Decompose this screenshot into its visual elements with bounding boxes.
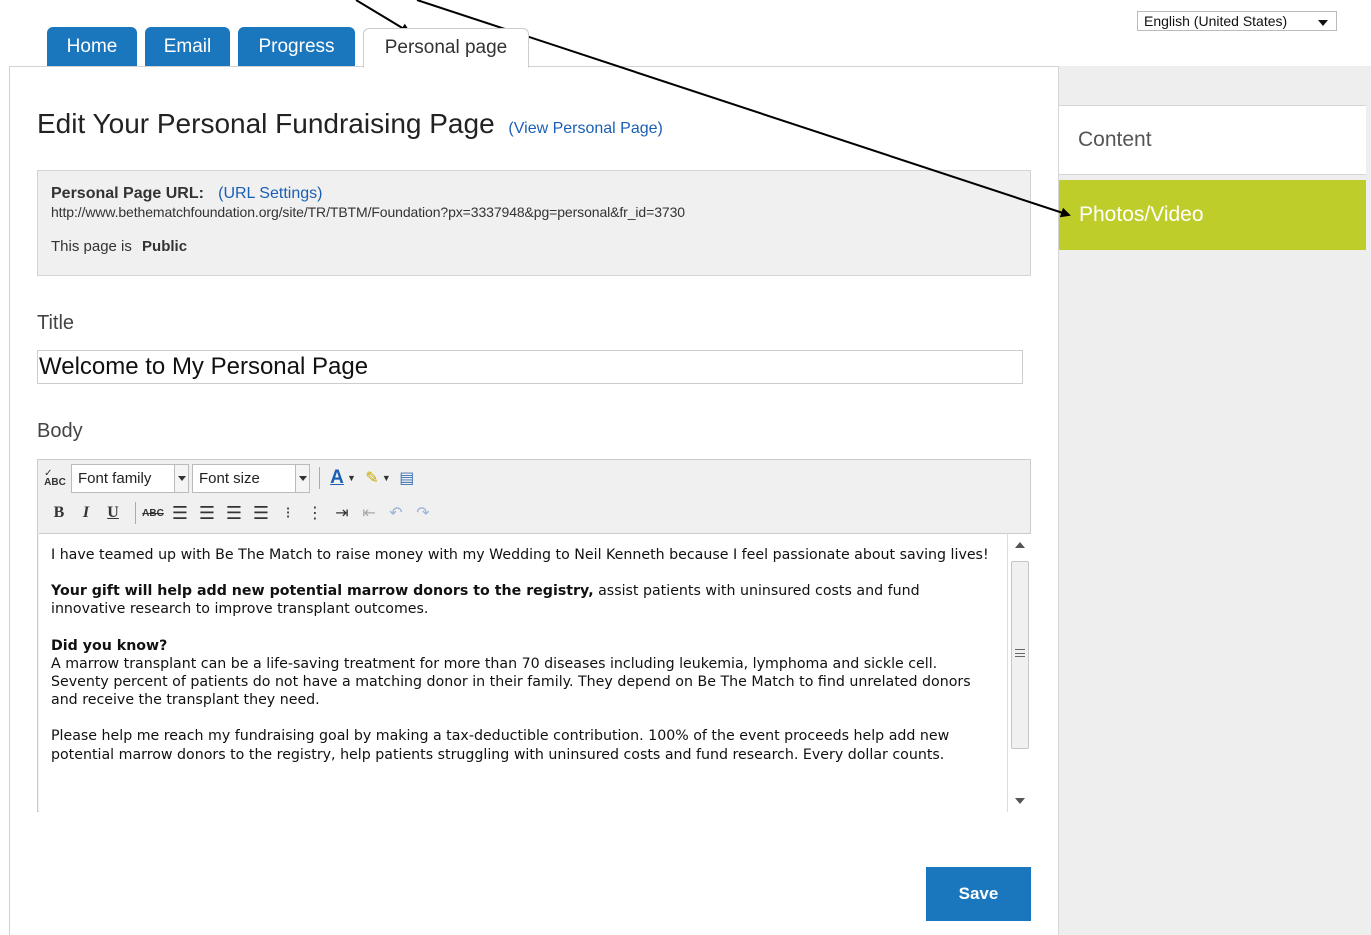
body-paragraph: I have teamed up with Be The Match to ra… bbox=[51, 547, 989, 563]
scroll-up-icon[interactable] bbox=[1015, 542, 1025, 548]
sidebar-item-label: Photos/Video bbox=[1079, 203, 1204, 226]
page-title-text: Edit Your Personal Fundraising Page bbox=[37, 108, 495, 139]
font-size-select[interactable]: Font size bbox=[192, 463, 310, 493]
paste-word-icon[interactable]: ▤ bbox=[396, 466, 418, 490]
chevron-down-icon[interactable]: ▼ bbox=[347, 466, 356, 490]
underline-icon[interactable]: U bbox=[102, 501, 124, 525]
rich-text-editor: ✓ ABC Font family Font size A ▼ ✎ ▼ ▤ B I… bbox=[37, 459, 1031, 812]
spellcheck-icon[interactable]: ✓ ABC bbox=[44, 466, 66, 490]
scroll-down-icon[interactable] bbox=[1015, 798, 1025, 804]
italic-icon[interactable]: I bbox=[75, 501, 97, 525]
align-center-icon[interactable]: ☰ bbox=[196, 501, 218, 525]
sidebar-item-photos-video[interactable]: Photos/Video bbox=[1059, 180, 1366, 250]
editor-toolbar-row-1: ✓ ABC Font family Font size A ▼ ✎ ▼ ▤ bbox=[44, 461, 423, 495]
highlight-color-icon[interactable]: ✎ bbox=[361, 466, 383, 490]
page-status-label: This page is bbox=[51, 238, 132, 255]
url-info-box: Personal Page URL: (URL Settings) http:/… bbox=[37, 170, 1031, 276]
strikethrough-icon[interactable]: ABC bbox=[142, 501, 164, 525]
chevron-down-icon bbox=[174, 464, 188, 492]
align-right-icon[interactable]: ☰ bbox=[223, 501, 245, 525]
numbered-list-icon[interactable]: ⋮ bbox=[304, 501, 326, 525]
bullet-list-icon[interactable]: ⁝ bbox=[277, 501, 299, 525]
grip-icon bbox=[1015, 649, 1025, 657]
body-paragraph: Please help me reach my fundraising goal… bbox=[51, 728, 950, 763]
align-left-icon[interactable]: ☰ bbox=[169, 501, 191, 525]
redo-icon[interactable]: ↷ bbox=[412, 501, 434, 525]
sidebar: Content Photos/Video bbox=[1058, 66, 1371, 935]
font-family-value: Font family bbox=[78, 469, 152, 487]
tab-email[interactable]: Email bbox=[145, 27, 230, 66]
text-color-icon[interactable]: A bbox=[326, 466, 348, 490]
body-paragraph: Did you know? A marrow transplant can be … bbox=[51, 637, 995, 710]
indent-icon[interactable]: ⇥ bbox=[331, 501, 353, 525]
title-field[interactable] bbox=[37, 350, 1023, 384]
url-settings-link[interactable]: (URL Settings) bbox=[218, 185, 322, 202]
tab-personal-page-label: Personal page bbox=[384, 37, 508, 58]
outdent-icon[interactable]: ⇤ bbox=[358, 501, 380, 525]
page-title: Edit Your Personal Fundraising Page (Vie… bbox=[37, 108, 663, 140]
personal-page-url: http://www.bethematchfoundation.org/site… bbox=[51, 204, 685, 220]
body-paragraph-bold: Did you know? bbox=[51, 637, 168, 654]
font-size-value: Font size bbox=[199, 469, 260, 487]
save-button[interactable]: Save bbox=[926, 867, 1031, 921]
body-scrollbar[interactable] bbox=[1007, 533, 1031, 812]
toolbar-separator bbox=[135, 502, 136, 524]
body-paragraph-bold: Your gift will help add new potential ma… bbox=[51, 583, 594, 600]
url-label: Personal Page URL: bbox=[51, 185, 204, 202]
tab-email-label: Email bbox=[163, 35, 212, 57]
chevron-down-icon bbox=[1318, 20, 1328, 26]
undo-icon[interactable]: ↶ bbox=[385, 501, 407, 525]
toolbar-separator bbox=[319, 467, 320, 489]
page-status-value: Public bbox=[142, 238, 188, 255]
body-paragraph-text: A marrow transplant can be a life-saving… bbox=[51, 655, 971, 709]
tab-progress[interactable]: Progress bbox=[238, 27, 355, 66]
title-label: Title bbox=[37, 312, 75, 334]
bold-icon[interactable]: B bbox=[48, 501, 70, 525]
chevron-down-icon bbox=[295, 464, 309, 492]
language-select[interactable]: English (United States) bbox=[1137, 11, 1337, 31]
sidebar-item-content[interactable]: Content bbox=[1059, 105, 1366, 175]
sidebar-item-label: Content bbox=[1078, 128, 1152, 151]
body-paragraph: Your gift will help add new potential ma… bbox=[51, 582, 995, 618]
tab-home-label: Home bbox=[66, 35, 118, 57]
font-family-select[interactable]: Font family bbox=[71, 463, 189, 493]
body-editor-content[interactable]: I have teamed up with Be The Match to ra… bbox=[39, 533, 1007, 812]
view-personal-page-link[interactable]: (View Personal Page) bbox=[508, 120, 662, 137]
language-select-value: English (United States) bbox=[1144, 13, 1288, 29]
chevron-down-icon[interactable]: ▼ bbox=[382, 466, 391, 490]
tab-home[interactable]: Home bbox=[47, 27, 137, 66]
tab-personal-page[interactable]: Personal page bbox=[363, 28, 529, 68]
tab-progress-label: Progress bbox=[258, 35, 335, 57]
page-status: This page is Public bbox=[51, 238, 1017, 255]
align-justify-icon[interactable]: ☰ bbox=[250, 501, 272, 525]
body-label: Body bbox=[37, 420, 83, 442]
editor-toolbar-row-2: B I U ABC ☰ ☰ ☰ ☰ ⁝ ⋮ ⇥ ⇤ ↶ ↷ bbox=[48, 496, 439, 530]
